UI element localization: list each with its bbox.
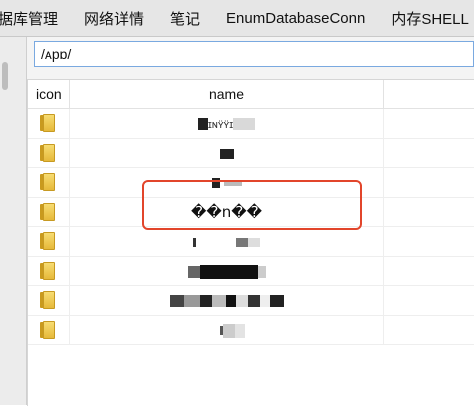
menu-network-details[interactable]: 网络详情 [84,8,144,29]
cell-icon [28,286,70,315]
folder-icon [40,114,56,132]
highlight-annotation [142,180,362,230]
folder-icon [40,173,56,191]
cell-name [70,138,384,167]
menu-memory-shell[interactable]: 内存SHELL [391,8,469,29]
cell-name [70,227,384,256]
cell-icon [28,109,70,138]
cell-name [70,315,384,344]
cell-icon [28,138,70,167]
folder-icon [40,143,56,162]
cell-icon [28,256,70,285]
table-row[interactable]: ɪɴʏ̈ʏ̈ɪ [28,109,474,139]
table-row[interactable] [28,227,474,257]
cell-name [70,286,384,315]
cell-name: ɪɴʏ̈ʏ̈ɪ [70,109,384,138]
cell-icon [28,197,70,226]
path-input[interactable] [34,41,474,67]
folder-icon [40,320,56,339]
tree-scrollbar[interactable] [2,62,8,90]
directory-tree-panel[interactable] [0,37,27,405]
cell-icon [28,315,70,344]
menu-database-manage[interactable]: 据库管理 [0,8,58,29]
file-name: ɪɴʏ̈ʏ̈ɪ [207,119,234,131]
cell-icon [28,227,70,256]
folder-icon [40,261,56,280]
cell-icon [28,168,70,197]
column-header-extra[interactable] [384,80,474,108]
folder-icon [40,232,56,250]
menu-enum-database-conn[interactable]: EnumDatabaseConn [226,10,365,27]
table-row[interactable] [28,138,474,168]
cell-name [70,256,384,285]
table-row[interactable] [28,256,474,286]
table-header: icon name [28,80,474,109]
table-row[interactable] [28,315,474,345]
column-header-icon[interactable]: icon [28,80,70,108]
folder-icon [40,202,56,221]
menu-notes[interactable]: 笔记 [170,8,200,29]
folder-icon [40,291,56,309]
menu-bar: 据库管理 网络详情 笔记 EnumDatabaseConn 内存SHELL [0,0,474,37]
column-header-name[interactable]: name [70,80,384,108]
table-row[interactable] [28,286,474,316]
file-table: icon name ɪɴʏ̈ʏ̈ɪ ��n�� [27,79,474,406]
